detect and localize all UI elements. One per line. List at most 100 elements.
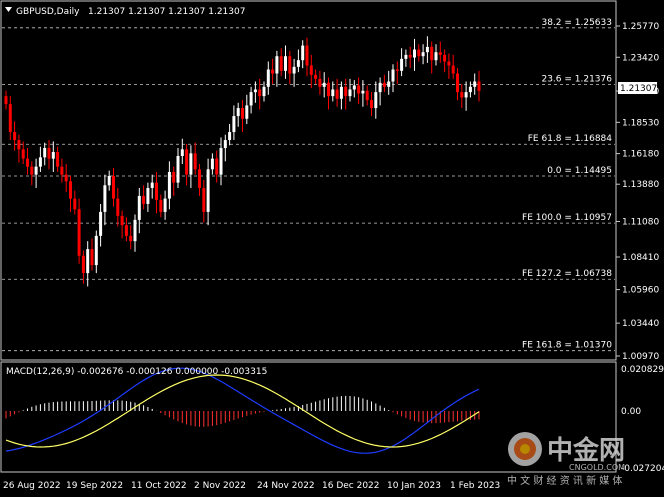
candle-body xyxy=(13,132,17,141)
candle-body xyxy=(365,90,369,101)
current-price-label: 1.21307 xyxy=(620,84,657,94)
fib-label: 38.2 = 1.25633 xyxy=(541,18,612,28)
candle-body xyxy=(322,82,326,87)
candle-body xyxy=(279,56,283,71)
candle-body xyxy=(374,92,378,109)
candle-body xyxy=(116,198,120,216)
candle-body xyxy=(69,181,72,199)
candle-body xyxy=(331,89,335,97)
candle-body xyxy=(236,108,240,117)
candle-body xyxy=(38,157,42,167)
candle-body xyxy=(245,105,249,119)
candle-body xyxy=(99,211,103,236)
candle-body xyxy=(258,89,262,97)
candle-body xyxy=(460,92,464,98)
candle-body xyxy=(266,69,270,87)
candle-body xyxy=(228,132,232,141)
macd-histogram xyxy=(5,395,480,427)
candle-body xyxy=(21,149,25,159)
candle-body xyxy=(262,86,266,97)
candle-body xyxy=(253,89,257,93)
candle-body xyxy=(288,56,292,74)
fib-label: FE 100.0 = 1.10957 xyxy=(522,213,612,223)
date-tick: 2 Nov 2022 xyxy=(194,481,246,491)
candle-body xyxy=(103,185,107,212)
candle-body xyxy=(327,82,330,97)
candle-body xyxy=(129,235,133,242)
candle-body xyxy=(94,235,98,266)
candle-body xyxy=(464,92,468,98)
candle-body xyxy=(202,187,206,212)
candle-body xyxy=(451,65,455,74)
candle-body xyxy=(241,108,244,119)
candlesticks[interactable] xyxy=(4,36,481,287)
candle-body xyxy=(26,158,29,167)
candle-body xyxy=(447,61,451,66)
candle-body xyxy=(370,100,373,109)
date-tick: 11 Oct 2022 xyxy=(131,481,187,491)
candle-body xyxy=(30,166,34,175)
candle-body xyxy=(17,140,21,150)
candle-body xyxy=(357,85,361,94)
symbol-dropdown-icon[interactable] xyxy=(5,7,12,12)
candle-body xyxy=(210,158,214,170)
fib-label: FE 161.8 = 1.01370 xyxy=(522,341,612,351)
candle-body xyxy=(417,49,421,57)
price-tick-label: 1.18530 xyxy=(622,118,659,128)
candle-body xyxy=(219,148,223,175)
candle-body xyxy=(215,158,219,175)
fibonacci-levels: 38.2 = 1.25633 23.6 = 1.21376 FE 61.8 = 1.… xyxy=(2,18,615,352)
candle-body xyxy=(159,199,163,212)
candle-body xyxy=(249,92,253,106)
candle-body xyxy=(284,56,287,71)
fib-label: FE 61.8 = 1.16884 xyxy=(528,134,613,144)
candle-body xyxy=(146,187,150,204)
candle-body xyxy=(318,78,322,87)
macd-label: MACD(12,26,9) -0.002676 -0.000126 0.0000… xyxy=(6,367,267,377)
fib-label: 23.6 = 1.21376 xyxy=(541,74,612,84)
candle-body xyxy=(404,54,408,59)
candle-body xyxy=(434,52,438,61)
candle-body xyxy=(81,255,85,274)
price-tick-label: 1.16180 xyxy=(622,150,659,160)
candle-body xyxy=(430,46,434,61)
candle-body xyxy=(167,171,171,199)
candle-body xyxy=(206,169,210,212)
candle-body xyxy=(172,171,176,183)
candle-body xyxy=(425,46,429,53)
price-tick-label: 1.13880 xyxy=(622,180,659,190)
chart-canvas[interactable]: 38.2 = 1.25633 23.6 = 1.21376 FE 61.8 = 1.… xyxy=(0,0,664,497)
date-tick: 19 Sep 2022 xyxy=(66,481,123,491)
fib-label: 0.0 = 1.14495 xyxy=(547,166,612,176)
date-tick: 1 Feb 2023 xyxy=(450,481,500,491)
candle-body xyxy=(292,66,296,74)
candle-body xyxy=(400,58,404,71)
cngold-logo-icon xyxy=(508,432,542,466)
candle-body xyxy=(112,175,115,199)
ohlc-readout: 1.21307 1.21307 1.21307 1.21307 xyxy=(88,7,245,17)
candle-body xyxy=(142,195,146,204)
candle-body xyxy=(155,182,158,200)
candle-body xyxy=(223,140,227,149)
candle-body xyxy=(163,198,167,212)
cngold-watermark: 中金网 CNGOLD.COM 中 文 财 经 资 讯 新 媒 体 xyxy=(507,432,625,487)
fib-label: FE 127.2 = 1.06738 xyxy=(522,269,612,279)
candle-body xyxy=(378,82,382,93)
candle-body xyxy=(150,182,154,188)
candle-body xyxy=(73,198,77,210)
candle-body xyxy=(339,86,343,99)
candle-body xyxy=(382,82,386,87)
candle-body xyxy=(361,90,365,94)
price-tick-label: 1.08410 xyxy=(622,253,659,263)
candle-body xyxy=(43,148,47,158)
date-tick: 24 Nov 2022 xyxy=(257,481,315,491)
candle-body xyxy=(352,85,356,90)
candle-body xyxy=(60,166,64,175)
candle-body xyxy=(77,209,81,256)
candle-body xyxy=(468,86,472,93)
candle-body xyxy=(232,116,236,133)
candle-body xyxy=(344,86,348,97)
candle-body xyxy=(296,60,300,67)
price-tick-label: 1.11080 xyxy=(622,217,659,227)
candle-body xyxy=(309,65,313,75)
